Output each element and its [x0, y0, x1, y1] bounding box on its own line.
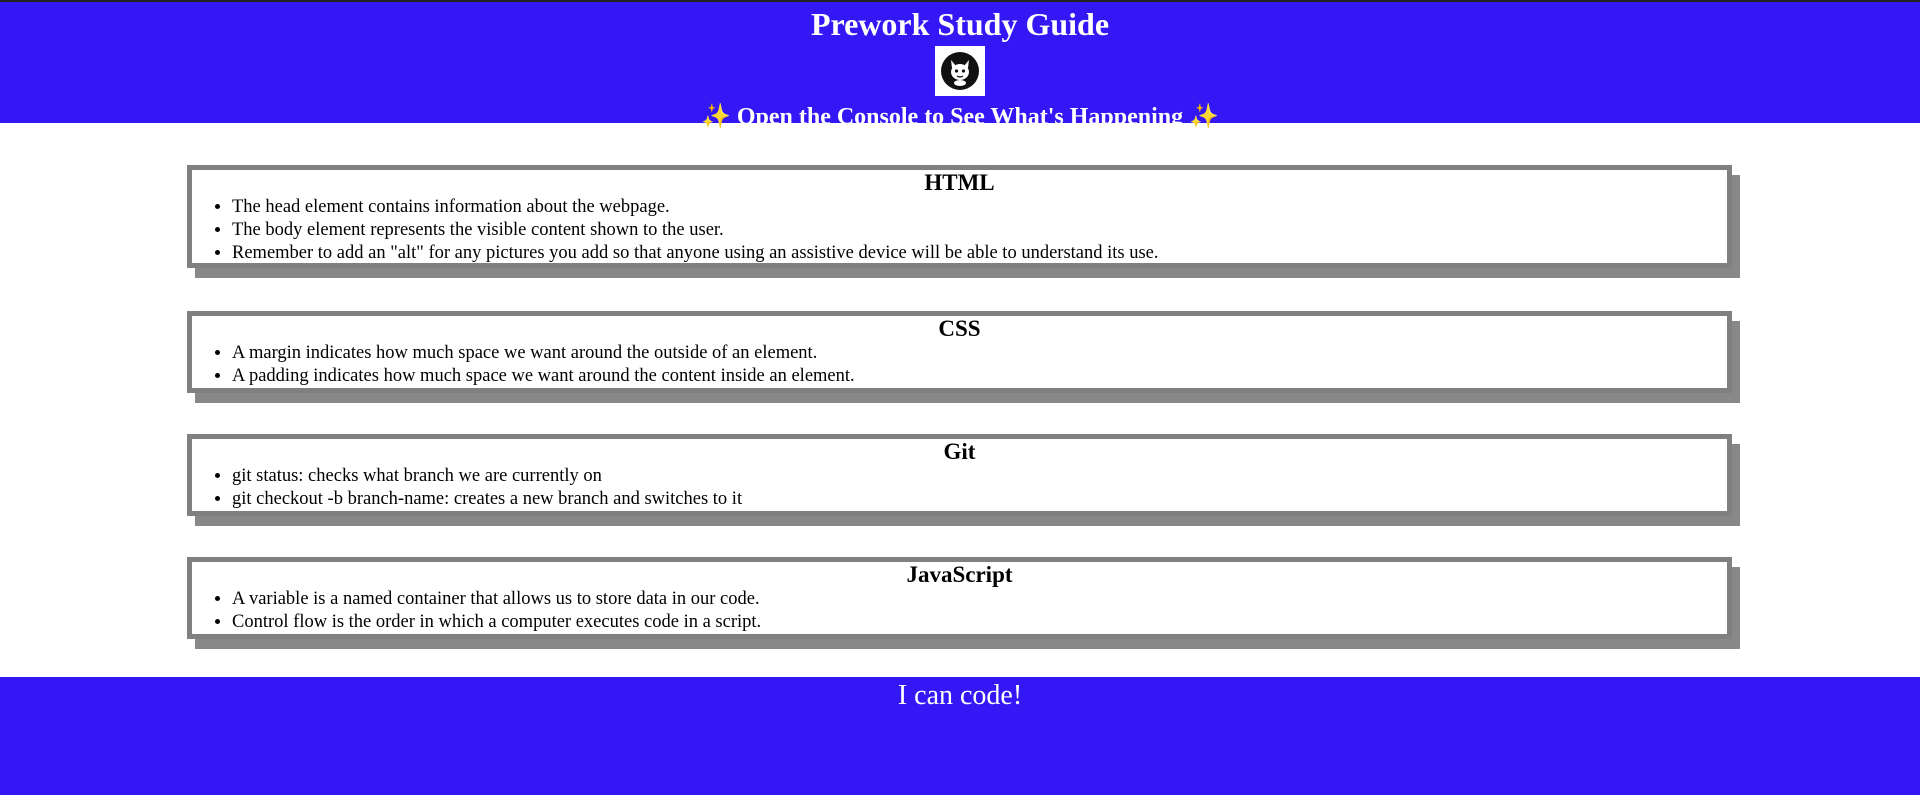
- notes-list: A variable is a named container that all…: [192, 588, 1727, 634]
- section-heading: CSS: [938, 316, 981, 341]
- page-footer: I can code!: [0, 677, 1920, 795]
- page-header: Prework Study Guide ✨ Open the Console t…: [0, 2, 1920, 130]
- list-item: git status: checks what branch we are cu…: [232, 465, 1727, 488]
- list-item: git checkout -b branch-name: creates a n…: [232, 488, 1727, 511]
- section-javascript: JavaScript A variable is a named contain…: [187, 557, 1732, 639]
- section-heading: Git: [943, 439, 976, 464]
- list-item: A padding indicates how much space we wa…: [232, 365, 1727, 388]
- cat-avatar-icon: [941, 52, 979, 90]
- list-item: The body element represents the visible …: [232, 219, 1727, 242]
- section-heading: HTML: [924, 170, 995, 195]
- list-item: A margin indicates how much space we wan…: [232, 342, 1727, 365]
- page-title: Prework Study Guide: [810, 6, 1110, 42]
- section-heading: JavaScript: [906, 562, 1013, 587]
- study-guide-content: HTML The head element contains informati…: [0, 123, 1920, 679]
- list-item: Control flow is the order in which a com…: [232, 611, 1727, 634]
- notes-list: The head element contains information ab…: [192, 196, 1727, 265]
- section-css: CSS A margin indicates how much space we…: [187, 311, 1732, 393]
- footer-text: I can code!: [897, 680, 1023, 711]
- section-git: Git git status: checks what branch we ar…: [187, 434, 1732, 516]
- list-item: A variable is a named container that all…: [232, 588, 1727, 611]
- list-item: Remember to add an "alt" for any picture…: [232, 242, 1727, 265]
- notes-list: A margin indicates how much space we wan…: [192, 342, 1727, 388]
- list-item: The head element contains information ab…: [232, 196, 1727, 219]
- logo: [935, 46, 985, 96]
- notes-list: git status: checks what branch we are cu…: [192, 465, 1727, 511]
- section-html: HTML The head element contains informati…: [187, 165, 1732, 268]
